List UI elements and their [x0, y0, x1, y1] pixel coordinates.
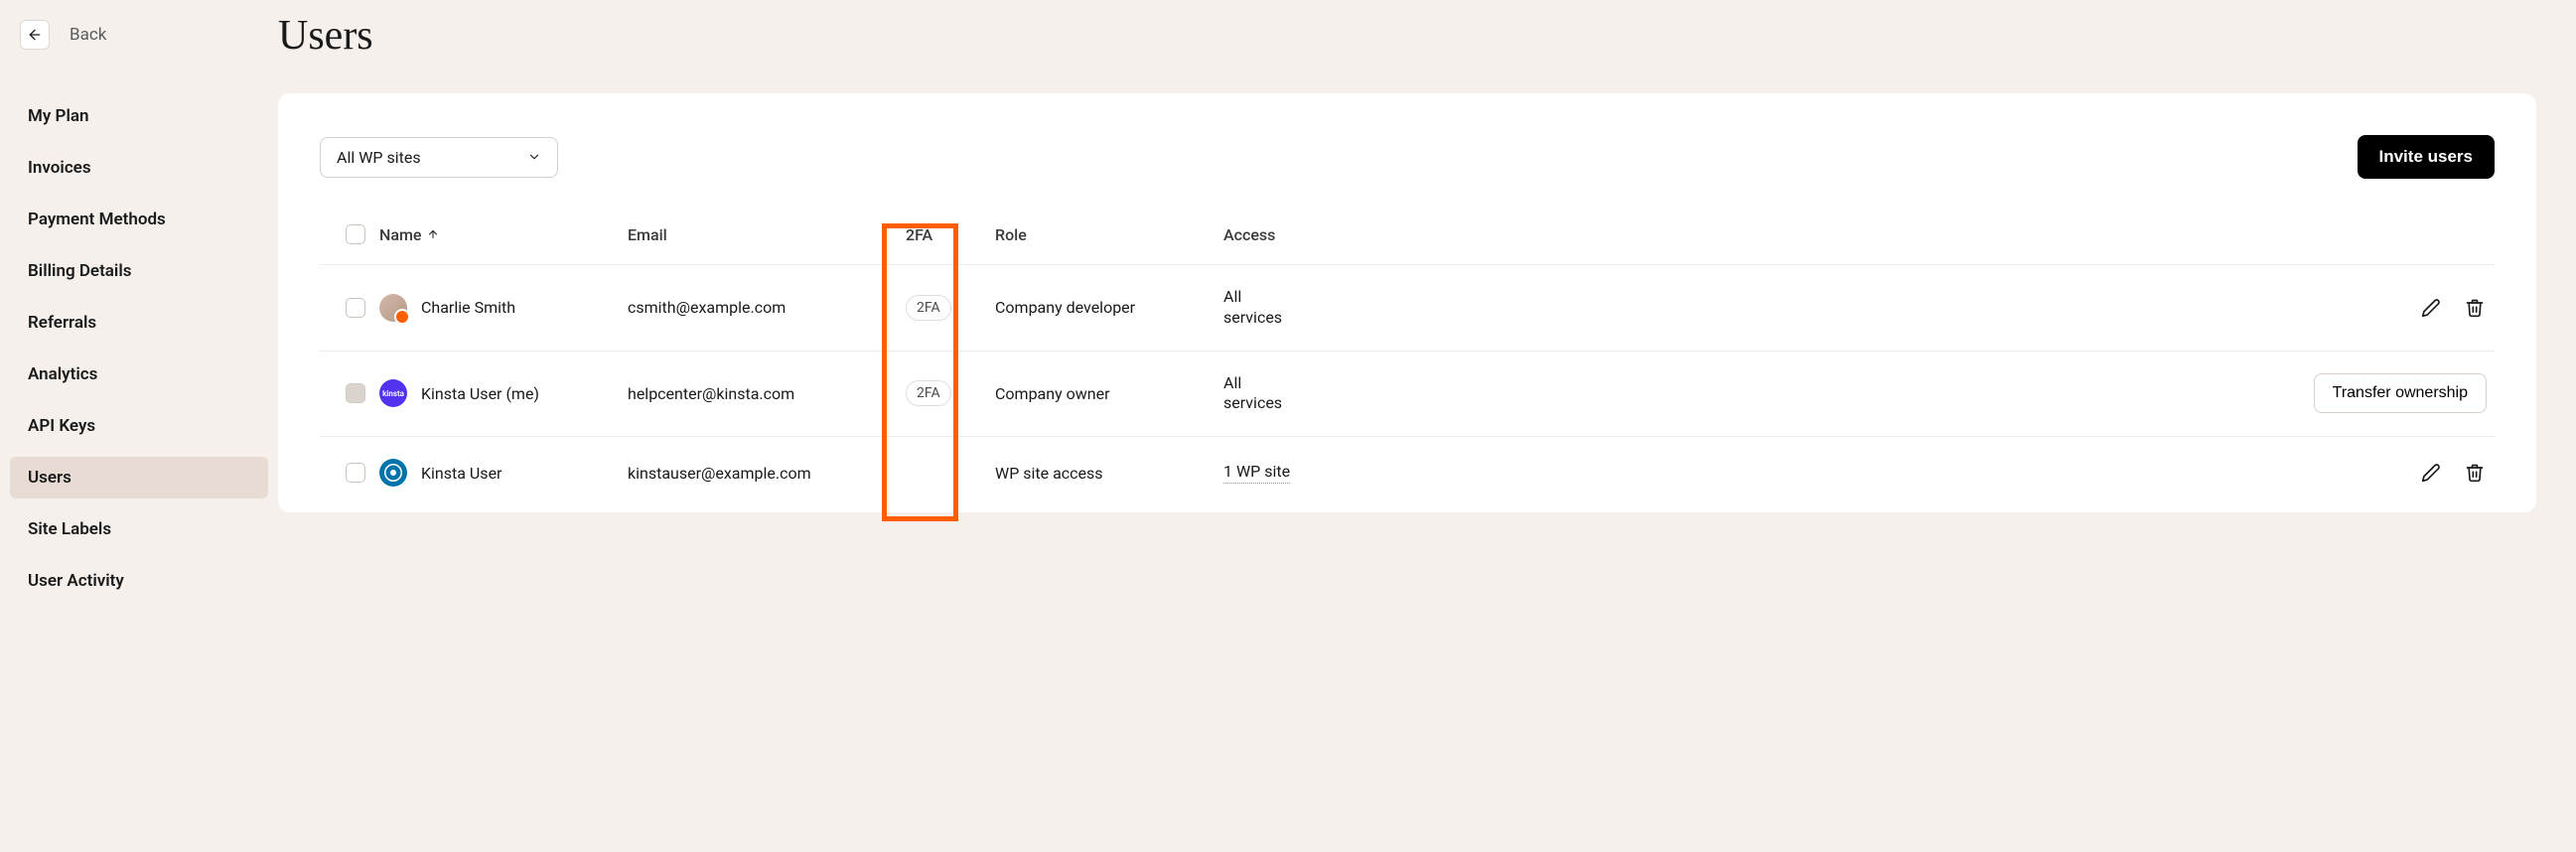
- user-name: Kinsta User: [421, 464, 501, 483]
- table-row: kinsta Kinsta User (me) helpcenter@kinsta.…: [320, 352, 2495, 438]
- 2fa-badge: 2FA: [906, 380, 951, 406]
- access-link[interactable]: 1 WP site: [1223, 462, 1290, 484]
- sidebar-item-referrals[interactable]: Referrals: [10, 302, 268, 344]
- column-header-email: Email: [628, 225, 906, 244]
- sidebar-item-site-labels[interactable]: Site Labels: [10, 508, 268, 550]
- avatar: kinsta: [379, 379, 407, 407]
- user-name: Charlie Smith: [421, 298, 515, 317]
- user-email: helpcenter@kinsta.com: [628, 384, 906, 403]
- column-header-name[interactable]: Name: [379, 225, 628, 244]
- page-title: Users: [278, 12, 2536, 60]
- edit-icon[interactable]: [2419, 461, 2443, 485]
- sidebar-item-billing-details[interactable]: Billing Details: [10, 250, 268, 292]
- trash-icon[interactable]: [2463, 296, 2487, 320]
- user-email: csmith@example.com: [628, 298, 906, 317]
- row-checkbox[interactable]: [346, 298, 365, 318]
- 2fa-badge: 2FA: [906, 295, 951, 321]
- users-card: All WP sites Invite users Name Email 2FA: [278, 93, 2536, 512]
- sidebar-nav: My Plan Invoices Payment Methods Billing De…: [0, 95, 278, 612]
- column-header-role: Role: [995, 225, 1223, 244]
- sidebar-item-users[interactable]: Users: [10, 457, 268, 498]
- site-filter-select[interactable]: All WP sites: [320, 137, 558, 178]
- user-access: 1 WP site: [1223, 462, 1333, 484]
- sidebar-item-analytics[interactable]: Analytics: [10, 354, 268, 395]
- table-row: Kinsta User kinstauser@example.com WP site…: [320, 437, 2495, 512]
- table-row: Charlie Smith csmith@example.com2FA Compan…: [320, 265, 2495, 352]
- avatar: [379, 459, 407, 487]
- sidebar-item-my-plan[interactable]: My Plan: [10, 95, 268, 137]
- back-button[interactable]: [20, 20, 50, 50]
- arrow-up-icon: [427, 228, 439, 240]
- select-all-checkbox[interactable]: [346, 224, 365, 244]
- site-filter-value: All WP sites: [337, 148, 421, 167]
- edit-icon[interactable]: [2419, 296, 2443, 320]
- sidebar-item-invoices[interactable]: Invoices: [10, 147, 268, 189]
- table-header-row: Name Email 2FA Role Access: [320, 218, 2495, 265]
- column-header-2fa: 2FA: [906, 225, 995, 244]
- trash-icon[interactable]: [2463, 461, 2487, 485]
- user-email: kinstauser@example.com: [628, 464, 906, 483]
- invite-users-button[interactable]: Invite users: [2358, 135, 2496, 179]
- user-access: Allservices: [1223, 287, 1333, 329]
- chevron-down-icon: [527, 150, 541, 164]
- back-label: Back: [70, 25, 106, 45]
- user-role: Company owner: [995, 384, 1223, 403]
- row-checkbox: [346, 383, 365, 403]
- transfer-ownership-button[interactable]: Transfer ownership: [2314, 373, 2487, 413]
- user-name: Kinsta User (me): [421, 384, 539, 403]
- column-header-name-label: Name: [379, 225, 421, 244]
- users-table: Name Email 2FA Role Access Charlie Smith…: [320, 218, 2495, 512]
- avatar: [379, 294, 407, 322]
- user-role: WP site access: [995, 464, 1223, 483]
- column-header-access: Access: [1223, 225, 1333, 244]
- sidebar-item-payment-methods[interactable]: Payment Methods: [10, 199, 268, 240]
- sidebar-item-api-keys[interactable]: API Keys: [10, 405, 268, 447]
- sidebar-item-user-activity[interactable]: User Activity: [10, 560, 268, 602]
- user-role: Company developer: [995, 298, 1223, 317]
- row-checkbox[interactable]: [346, 463, 365, 483]
- arrow-left-icon: [27, 27, 43, 43]
- user-access: Allservices: [1223, 373, 1333, 415]
